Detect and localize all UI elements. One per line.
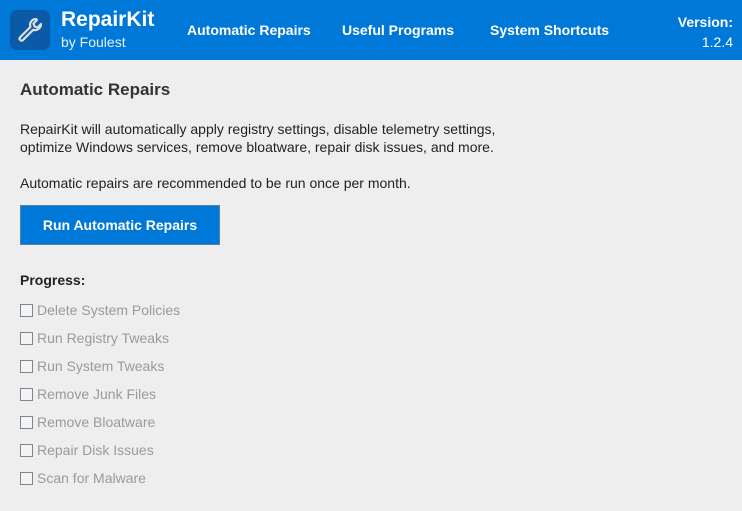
header: RepairKit by Foulest Automatic Repairs U…	[0, 0, 742, 60]
checkbox[interactable]	[20, 415, 33, 429]
task-checkbox-item[interactable]: Repair Disk Issues	[20, 442, 154, 458]
nav-useful-programs[interactable]: Useful Programs	[342, 22, 454, 38]
task-checkbox-item[interactable]: Delete System Policies	[20, 302, 180, 318]
checkbox[interactable]	[20, 471, 33, 485]
checkbox[interactable]	[20, 443, 33, 457]
app-subtitle: by Foulest	[61, 34, 126, 50]
task-label: Run System Tweaks	[37, 358, 165, 374]
task-checkbox-item[interactable]: Run System Tweaks	[20, 358, 164, 374]
page-title: Automatic Repairs	[20, 80, 171, 99]
task-label: Remove Junk Files	[37, 386, 157, 402]
task-label: Repair Disk Issues	[37, 442, 154, 458]
app-title: RepairKit	[61, 8, 155, 31]
checkbox[interactable]	[20, 303, 33, 317]
task-checkbox-item[interactable]: Remove Bloatware	[20, 414, 155, 430]
run-automatic-repairs-button[interactable]: Run Automatic Repairs	[20, 205, 220, 245]
recommendation-note: Automatic repairs are recommended to be …	[20, 175, 411, 191]
task-checkbox-item[interactable]: Remove Junk Files	[20, 386, 156, 402]
main-content: Automatic Repairs RepairKit will automat…	[20, 80, 496, 486]
version-info: Version: 1.2.4	[678, 12, 733, 52]
nav-system-shortcuts[interactable]: System Shortcuts	[490, 22, 609, 38]
task-checkbox-item[interactable]: Scan for Malware	[20, 470, 146, 486]
checkbox[interactable]	[20, 359, 33, 373]
version-label: Version:	[677, 14, 733, 30]
version-number: 1.2.4	[701, 34, 733, 50]
task-label: Scan for Malware	[37, 470, 146, 486]
task-label: Delete System Policies	[37, 302, 181, 318]
description-line-1: RepairKit will automatically apply regis…	[20, 121, 496, 137]
task-label: Run Registry Tweaks	[37, 330, 170, 346]
description-line-2: optimize Windows services, remove bloatw…	[20, 139, 494, 155]
nav-automatic-repairs[interactable]: Automatic Repairs	[187, 22, 311, 38]
checkbox[interactable]	[20, 387, 33, 401]
wrench-icon	[10, 10, 50, 50]
task-label: Remove Bloatware	[37, 414, 156, 430]
checkbox[interactable]	[20, 331, 33, 345]
progress-label: Progress:	[20, 272, 86, 288]
task-checkbox-item[interactable]: Run Registry Tweaks	[20, 330, 169, 346]
